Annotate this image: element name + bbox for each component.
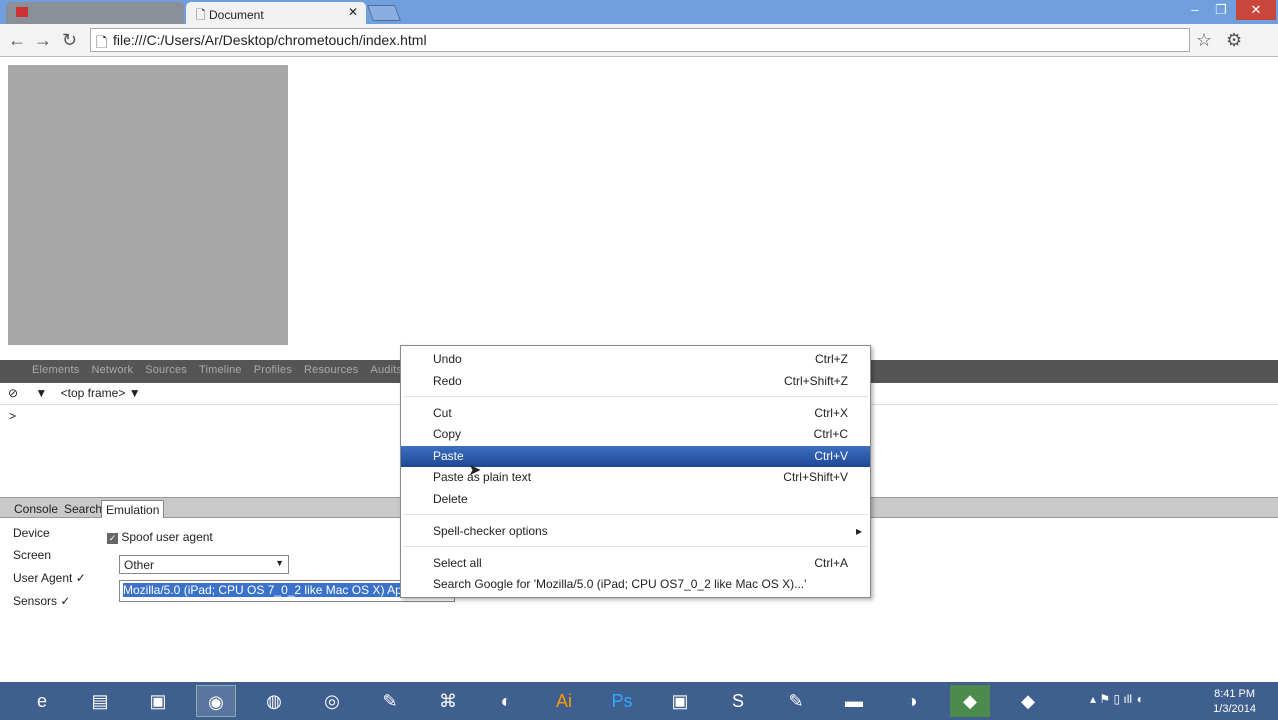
clock[interactable]: 8:41 PM 1/3/2014 xyxy=(1213,687,1256,717)
emulation-sensors[interactable]: Sensors ✓ xyxy=(13,594,70,608)
close-tab-icon[interactable]: ✕ xyxy=(348,5,358,19)
tab-video[interactable] xyxy=(6,2,184,24)
back-button[interactable]: ← xyxy=(8,30,26,51)
globe-icon[interactable]: ◐ xyxy=(486,685,526,717)
menu-item-redo[interactable]: Redo Ctrl+Shift+Z xyxy=(401,371,870,392)
emulation-device[interactable]: Device xyxy=(13,526,50,540)
forward-button[interactable]: → xyxy=(34,30,52,51)
frame-selector[interactable]: <top frame> xyxy=(61,386,126,400)
url-text: file:///C:/Users/Ar/Desktop/chrometouch/… xyxy=(113,32,427,48)
menu-item-select-all[interactable]: Select all Ctrl+A xyxy=(401,553,870,574)
skype-icon[interactable]: S xyxy=(718,685,758,717)
console-prompt[interactable]: > xyxy=(9,409,16,423)
filter-icon[interactable]: ▼ xyxy=(35,386,47,400)
clear-console-icon[interactable]: ⊘ xyxy=(8,386,18,400)
paint-icon[interactable]: ✎ xyxy=(776,685,816,717)
emulation-screen[interactable]: Screen xyxy=(13,548,51,562)
illustrator-icon[interactable]: Ai xyxy=(544,685,584,717)
photoshop-icon[interactable]: Ps xyxy=(602,685,642,717)
menu-separator xyxy=(403,514,868,515)
paint-icon[interactable]: ✎ xyxy=(370,685,410,717)
network-icon[interactable]: ◑ xyxy=(892,685,932,717)
user-agent-select[interactable]: Other ▼ xyxy=(119,555,289,574)
tab-elements[interactable]: Elements xyxy=(32,364,79,376)
spoof-label: Spoof user agent xyxy=(121,530,213,544)
tab-sources[interactable]: Sources xyxy=(145,364,187,376)
bookmark-star-icon[interactable]: ☆ xyxy=(1196,30,1212,51)
xampp-icon[interactable]: ⌘ xyxy=(428,685,468,717)
tab-resources[interactable]: Resources xyxy=(304,364,358,376)
app-icon[interactable]: ◆ xyxy=(1008,685,1048,717)
close-window-button[interactable]: ✕ xyxy=(1236,0,1276,20)
chrome-canary-icon[interactable]: ◎ xyxy=(312,685,352,717)
emulation-user-agent[interactable]: User Agent ✓ xyxy=(13,571,86,585)
firefox-icon[interactable]: ◍ xyxy=(254,685,294,717)
gray-box xyxy=(8,65,288,345)
reload-button[interactable]: ↻ xyxy=(62,30,77,51)
dropdown-arrow-icon[interactable]: ▼ xyxy=(129,386,141,400)
tab-strip: 🗋 Document ✕ – ❐ ✕ xyxy=(0,0,1278,24)
address-bar[interactable]: 🗋 file:///C:/Users/Ar/Desktop/chrometouch… xyxy=(90,28,1190,52)
ie-icon[interactable]: e xyxy=(22,685,62,717)
system-tray-icons[interactable]: ▴ ⚑ ▯ ıll ◖ xyxy=(1090,692,1143,706)
page-icon: 🗋 xyxy=(96,34,108,50)
app-icon[interactable]: ▣ xyxy=(660,685,700,717)
menu-item-search-google[interactable]: Search Google for 'Mozilla/5.0 (iPad; CP… xyxy=(401,574,870,595)
spoof-user-agent-checkbox[interactable]: ✓ Spoof user agent xyxy=(107,530,213,544)
tab-network[interactable]: Network xyxy=(91,364,133,376)
tab-audits[interactable]: Audits xyxy=(370,364,402,376)
app-icon[interactable]: ▣ xyxy=(138,685,178,717)
menu-item-delete[interactable]: Delete xyxy=(401,489,870,510)
cmd-icon[interactable]: ▬ xyxy=(834,685,874,717)
file-explorer-icon[interactable]: ▤ xyxy=(80,685,120,717)
chrome-icon[interactable]: ◉ xyxy=(196,685,236,717)
dropdown-arrow-icon: ▼ xyxy=(275,558,284,568)
tab-timeline[interactable]: Timeline xyxy=(199,364,242,376)
page-icon: 🗋 xyxy=(196,8,206,22)
minimize-button[interactable]: – xyxy=(1182,0,1208,20)
menu-separator xyxy=(403,546,868,547)
taskbar: e ▤ ▣ ◉ ◍ ◎ ✎ ⌘ ◐ Ai Ps ▣ S ✎ ▬ ◑ ◆ ◆ ▴ … xyxy=(0,682,1278,720)
drawer-tab-search[interactable]: Search xyxy=(60,500,106,518)
settings-icon[interactable]: ⚙ xyxy=(1226,30,1242,51)
drawer-tab-console[interactable]: Console xyxy=(10,500,62,518)
video-icon xyxy=(16,7,28,17)
new-tab-button[interactable] xyxy=(367,5,401,21)
mouse-cursor-icon: ➤ xyxy=(468,462,482,479)
tab-document[interactable]: 🗋 Document ✕ xyxy=(186,2,366,24)
tab-profiles[interactable]: Profiles xyxy=(254,364,292,376)
menu-item-cut[interactable]: Cut Ctrl+X xyxy=(401,403,870,424)
menu-separator xyxy=(403,396,868,397)
maximize-button[interactable]: ❐ xyxy=(1208,0,1234,20)
menu-item-spellcheck[interactable]: Spell-checker options ▸ xyxy=(401,521,870,542)
menu-item-undo[interactable]: Undo Ctrl+Z xyxy=(401,349,870,370)
menu-item-copy[interactable]: Copy Ctrl+C xyxy=(401,424,870,445)
app-icon[interactable]: ◆ xyxy=(950,685,990,717)
tab-title: Document xyxy=(209,8,264,22)
drawer-tab-emulation[interactable]: Emulation xyxy=(101,500,165,518)
